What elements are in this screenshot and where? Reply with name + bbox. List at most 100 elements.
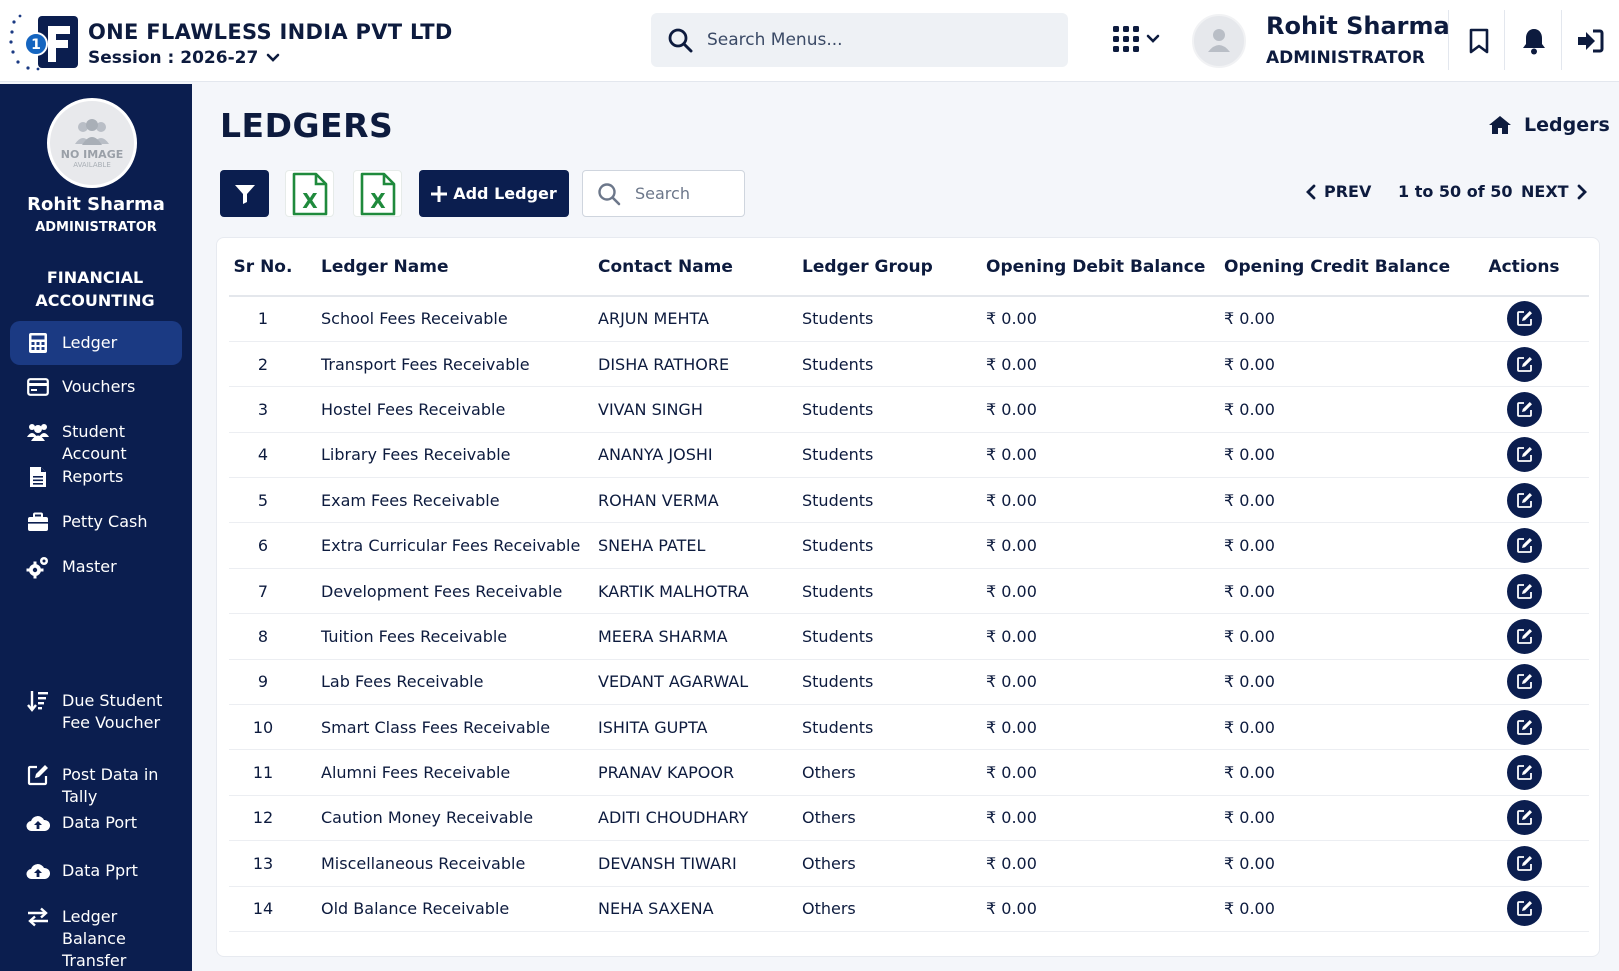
sidebar-item-due-student-fee-voucher[interactable]: Due Student Fee Voucher	[10, 690, 182, 738]
sidebar-item-post-data-in-tally[interactable]: Post Data in Tally	[10, 764, 182, 808]
table-row[interactable]: 13 Miscellaneous Receivable DEVANSH TIWARI…	[229, 840, 1589, 887]
edit-icon	[1516, 719, 1532, 735]
table-search-box	[582, 170, 745, 217]
sr-cell: 6	[229, 522, 297, 569]
session-selector[interactable]: Session : 2026-27	[88, 48, 280, 68]
actions-cell	[1459, 386, 1589, 433]
briefcase-icon	[26, 511, 50, 533]
edit-ledger-button[interactable]	[1506, 618, 1542, 654]
column-header[interactable]: Opening Debit Balance	[986, 238, 1224, 297]
edit-ledger-button[interactable]	[1506, 437, 1542, 473]
next-page-button[interactable]: NEXT	[1521, 182, 1587, 201]
bookmark-button[interactable]	[1462, 24, 1496, 58]
sidebar-item-petty-cash[interactable]: Petty Cash	[10, 511, 182, 533]
sidebar-item-data-port[interactable]: Data Port	[10, 812, 182, 834]
menu-search-input[interactable]	[707, 30, 1037, 50]
table-row[interactable]: 6 Extra Curricular Fees Receivable SNEHA P…	[229, 522, 1589, 569]
edit-ledger-button[interactable]	[1506, 391, 1542, 427]
actions-cell	[1459, 341, 1589, 388]
column-header[interactable]: Ledger Name	[297, 238, 584, 297]
ledger-name-cell: Miscellaneous Receivable	[297, 840, 584, 887]
edit-ledger-button[interactable]	[1506, 482, 1542, 518]
import-excel-button[interactable]: X	[353, 170, 402, 217]
table-row[interactable]: 9 Lab Fees Receivable VEDANT AGARWAL Studen…	[229, 659, 1589, 706]
export-excel-button[interactable]: X	[285, 170, 334, 217]
sidebar-avatar[interactable]: NO IMAGE AVAILABLE	[47, 98, 137, 188]
ledger-group-cell: Others	[796, 886, 986, 932]
sidebar-item-vouchers[interactable]: Vouchers	[10, 376, 182, 398]
edit-icon	[1516, 901, 1532, 917]
contact-name-cell: VEDANT AGARWAL	[584, 659, 796, 706]
table-row[interactable]: 3 Hostel Fees Receivable VIVAN SINGH Studen…	[229, 386, 1589, 433]
edit-ledger-button[interactable]	[1506, 346, 1542, 382]
notifications-button[interactable]	[1517, 24, 1551, 58]
opening-credit-cell: ₹ 0.00	[1224, 568, 1459, 615]
ledger-name-cell: Exam Fees Receivable	[297, 477, 584, 524]
opening-credit-cell: ₹ 0.00	[1224, 613, 1459, 660]
sidebar-item-reports[interactable]: Reports	[10, 466, 182, 488]
contact-name-cell: SNEHA PATEL	[584, 522, 796, 569]
ledger-group-cell: Others	[796, 795, 986, 842]
table-row[interactable]: 14 Old Balance Receivable NEHA SAXENA Other…	[229, 886, 1589, 932]
contact-name-cell: DEVANSH TIWARI	[584, 840, 796, 887]
sr-cell: 13	[229, 840, 297, 887]
contact-name-cell: NEHA SAXENA	[584, 886, 796, 932]
column-header[interactable]: Opening Credit Balance	[1224, 238, 1459, 297]
ledger-group-cell: Students	[796, 341, 986, 388]
sidebar-item-data-pprt[interactable]: Data Pprt	[10, 860, 182, 882]
edit-ledger-button[interactable]	[1506, 528, 1542, 564]
column-header[interactable]: Sr No.	[229, 238, 297, 297]
ledger-name-cell: Extra Curricular Fees Receivable	[297, 522, 584, 569]
apps-menu-button[interactable]	[1112, 25, 1160, 53]
filter-button[interactable]	[220, 170, 269, 217]
sr-cell: 12	[229, 795, 297, 842]
edit-ledger-button[interactable]	[1506, 664, 1542, 700]
opening-debit-cell: ₹ 0.00	[986, 568, 1224, 615]
edit-ledger-button[interactable]	[1506, 573, 1542, 609]
contact-name-cell: VIVAN SINGH	[584, 386, 796, 433]
actions-cell	[1459, 568, 1589, 615]
sidebar-item-label: Reports	[62, 467, 124, 486]
sidebar-item-student-account[interactable]: Student Account	[10, 421, 182, 465]
table-row[interactable]: 1 School Fees Receivable ARJUN MEHTA Studen…	[229, 296, 1589, 342]
table-row[interactable]: 12 Caution Money Receivable ADITI CHOUDHAR…	[229, 795, 1589, 842]
table-row[interactable]: 5 Exam Fees Receivable ROHAN VERMA Students…	[229, 477, 1589, 524]
page-title: LEDGERS	[220, 106, 394, 145]
prev-label: PREV	[1324, 182, 1372, 201]
edit-ledger-button[interactable]	[1506, 891, 1542, 927]
users-icon	[26, 421, 50, 443]
edit-icon	[1516, 855, 1532, 871]
table-row[interactable]: 4 Library Fees Receivable ANANYA JOSHI Stud…	[229, 432, 1589, 479]
logout-button[interactable]	[1573, 24, 1607, 58]
edit-ledger-button[interactable]	[1506, 709, 1542, 745]
sidebar-item-ledger[interactable]: Ledger	[10, 321, 182, 365]
opening-credit-cell: ₹ 0.00	[1224, 886, 1459, 932]
bookmark-icon	[1469, 28, 1489, 54]
table-row[interactable]: 7 Development Fees Receivable KARTIK MALHO…	[229, 568, 1589, 615]
table-row[interactable]: 11 Alumni Fees Receivable PRANAV KAPOOR Oth…	[229, 749, 1589, 796]
table-row[interactable]: 2 Transport Fees Receivable DISHA RATHORE S…	[229, 341, 1589, 388]
sidebar-item-master[interactable]: Master	[10, 556, 182, 579]
opening-credit-cell: ₹ 0.00	[1224, 749, 1459, 796]
breadcrumb[interactable]: Ledgers	[1488, 114, 1610, 136]
add-ledger-button[interactable]: Add Ledger	[419, 170, 569, 217]
table-search-input[interactable]	[635, 184, 735, 203]
table-row[interactable]: 10 Smart Class Fees Receivable ISHITA GUPT…	[229, 704, 1589, 751]
sidebar-item-ledger-balance-transfer[interactable]: Ledger Balance Transfer	[10, 906, 182, 970]
table-row[interactable]: 8 Tuition Fees Receivable MEERA SHARMA Stud…	[229, 613, 1589, 660]
top-avatar[interactable]	[1192, 14, 1246, 68]
sidebar-item-label: Master	[62, 557, 117, 576]
edit-ledger-button[interactable]	[1506, 845, 1542, 881]
column-header[interactable]: Ledger Group	[796, 238, 986, 297]
ledger-name-cell: Smart Class Fees Receivable	[297, 704, 584, 751]
actions-cell	[1459, 522, 1589, 569]
edit-ledger-button[interactable]	[1506, 755, 1542, 791]
sr-cell: 14	[229, 886, 297, 932]
chevron-down-icon	[1146, 34, 1160, 43]
actions-cell	[1459, 659, 1589, 706]
edit-ledger-button[interactable]	[1506, 800, 1542, 836]
edit-ledger-button[interactable]	[1506, 301, 1542, 337]
ledger-name-cell: Tuition Fees Receivable	[297, 613, 584, 660]
prev-page-button[interactable]: PREV	[1306, 182, 1371, 201]
column-header[interactable]: Contact Name	[584, 238, 796, 297]
